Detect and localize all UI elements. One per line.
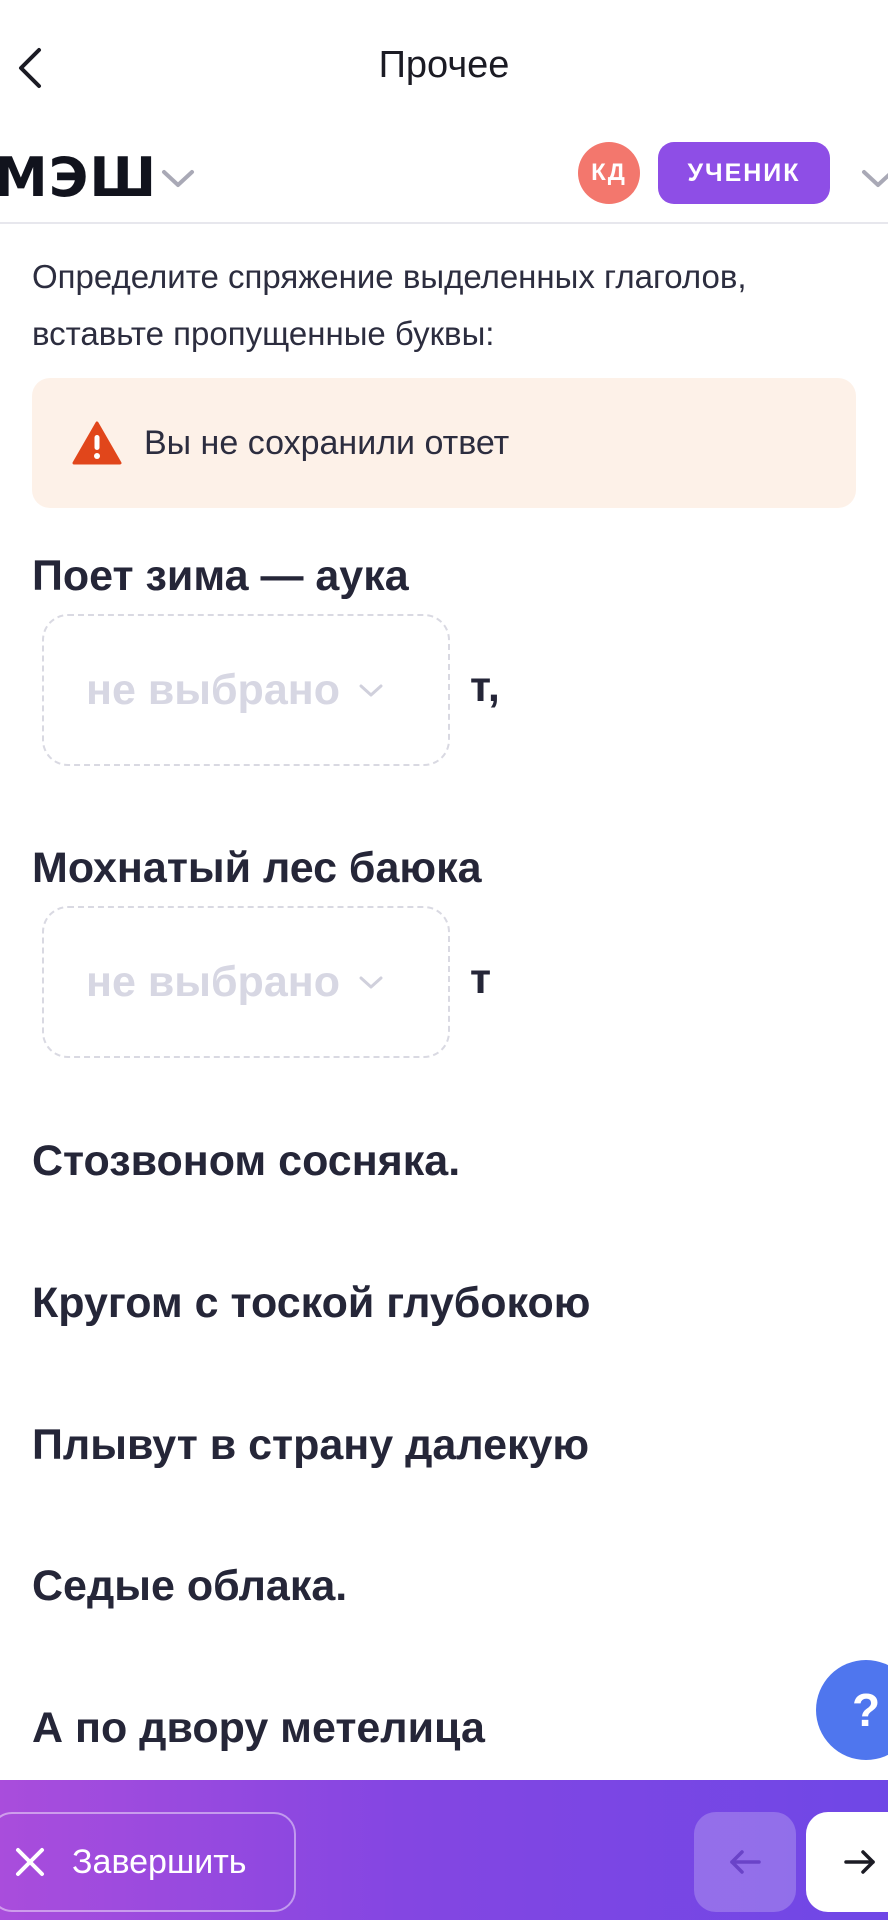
poem-line: Плывут в страну далекую bbox=[32, 1421, 590, 1469]
answer-select-1[interactable]: не выбрано bbox=[42, 614, 450, 766]
screen: Прочее МЭШ КД УЧЕНИК Определите спряжени… bbox=[0, 0, 888, 1920]
chevron-down-icon[interactable] bbox=[858, 158, 888, 198]
select-value: не выбрано bbox=[86, 665, 340, 714]
poem-line: Кругом с тоской глубокою bbox=[32, 1279, 591, 1327]
chevron-down-icon[interactable] bbox=[158, 158, 198, 198]
task-instruction: Определите спряжение выделенных глаголов… bbox=[32, 258, 747, 352]
brand-logo: МЭШ bbox=[0, 146, 158, 209]
role-badge[interactable]: УЧЕНИК bbox=[658, 142, 830, 204]
poem-line: Поет зима — аука bbox=[32, 552, 409, 600]
word-suffix: т bbox=[470, 955, 492, 1003]
navigation-bar: Прочее bbox=[0, 0, 888, 136]
word-suffix: т, bbox=[470, 663, 500, 711]
unsaved-alert: Вы не сохранили ответ bbox=[32, 378, 856, 508]
next-button[interactable] bbox=[806, 1812, 888, 1912]
avatar[interactable]: КД bbox=[578, 142, 640, 204]
poem-line: Мохнатый лес баюка bbox=[32, 844, 482, 892]
answer-select-2[interactable]: не выбрано bbox=[42, 906, 450, 1058]
page-title: Прочее bbox=[378, 44, 510, 86]
chevron-down-icon bbox=[359, 976, 383, 989]
previous-button[interactable] bbox=[694, 1812, 796, 1912]
alert-message: Вы не сохранили ответ bbox=[144, 424, 510, 462]
arrow-right-icon bbox=[844, 1850, 875, 1874]
close-icon bbox=[16, 1848, 44, 1876]
app-header: МЭШ КД УЧЕНИК bbox=[0, 136, 888, 224]
poem-line: Седые облака. bbox=[32, 1562, 348, 1610]
chevron-down-icon bbox=[359, 684, 383, 697]
poem-line: А по двору метелица bbox=[32, 1704, 485, 1752]
arrow-left-icon bbox=[730, 1850, 761, 1874]
help-button[interactable]: ? bbox=[816, 1660, 888, 1760]
bottom-action-bar: Завершить bbox=[0, 1780, 888, 1920]
select-value: не выбрано bbox=[86, 957, 340, 1006]
warning-icon bbox=[72, 421, 122, 465]
poem-line: Стозвоном сосняка. bbox=[32, 1137, 461, 1185]
finish-label: Завершить bbox=[72, 1842, 247, 1881]
finish-button[interactable]: Завершить bbox=[0, 1812, 296, 1912]
